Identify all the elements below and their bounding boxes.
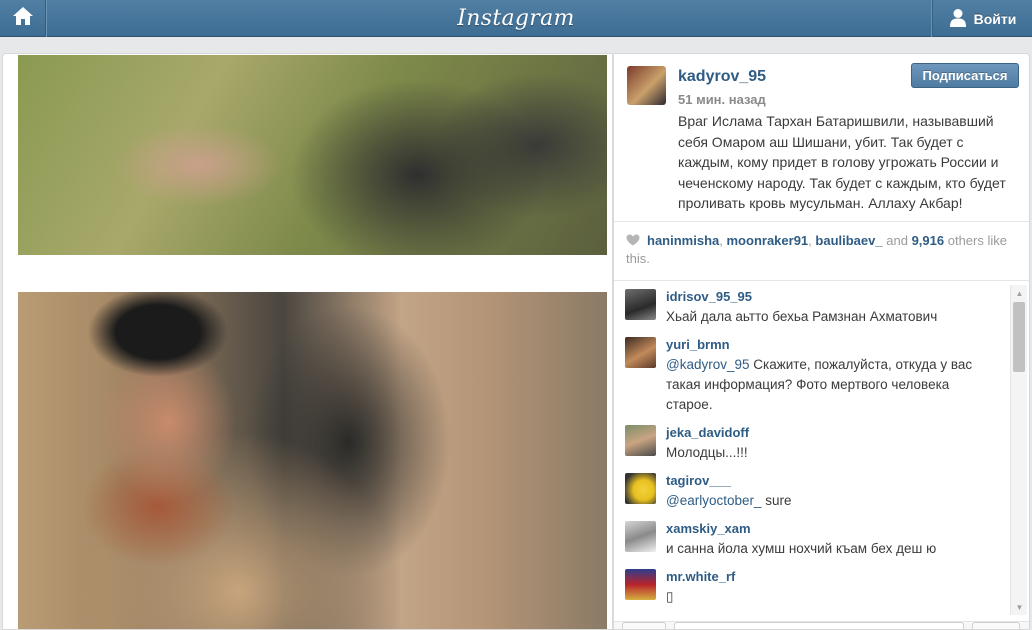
commenter-username[interactable]: yuri_brmn bbox=[666, 337, 730, 352]
commenter-avatar[interactable] bbox=[625, 473, 656, 504]
scroll-down-arrow-icon[interactable]: ▼ bbox=[1011, 599, 1028, 615]
brand-logo[interactable]: Instagram bbox=[446, 0, 586, 37]
liker-link[interactable]: baulibaev_ bbox=[815, 233, 882, 248]
top-bar: Instagram Войти bbox=[0, 0, 1032, 37]
likes-summary: haninmisha, moonraker91, baulibaev_ and … bbox=[626, 232, 1021, 267]
scroll-thumb[interactable] bbox=[1013, 302, 1025, 372]
commenter-avatar[interactable] bbox=[625, 425, 656, 456]
commenter-avatar[interactable] bbox=[625, 337, 656, 368]
owner-avatar[interactable] bbox=[627, 66, 666, 105]
comment-text: Хьай дала аьтто бехьа Рамзнан Ахматович bbox=[666, 307, 991, 327]
comment-body: и санна йола хумш нохчий къам бех деш ю bbox=[666, 541, 937, 556]
like-button[interactable] bbox=[622, 622, 666, 629]
photo-panel bbox=[2, 53, 613, 630]
commenter-username[interactable]: idrisov_95_95 bbox=[666, 289, 752, 304]
comment-input[interactable] bbox=[674, 622, 964, 629]
commenter-avatar[interactable] bbox=[625, 289, 656, 320]
post-details-panel: kadyrov_95 51 мин. назад Подписаться Вра… bbox=[613, 53, 1030, 630]
commenter-username[interactable]: tagirov___ bbox=[666, 473, 731, 488]
home-icon bbox=[12, 6, 34, 31]
comment-body: Хьай дала аьтто бехьа Рамзнан Ахматович bbox=[666, 309, 938, 324]
heart-icon[interactable] bbox=[626, 233, 640, 250]
post-timestamp: 51 мин. назад bbox=[678, 92, 766, 107]
likes-separator: , bbox=[808, 233, 812, 248]
liker-link[interactable]: moonraker91 bbox=[727, 233, 809, 248]
post-caption: Враг Ислама Тархан Батаришвили, называвш… bbox=[678, 113, 1006, 211]
commenter-username[interactable]: xamskiy_xam bbox=[666, 521, 751, 536]
likes-and: and bbox=[886, 233, 908, 248]
comment-mention[interactable]: @earlyoctober_ bbox=[666, 493, 762, 508]
liker-link[interactable]: haninmisha bbox=[647, 233, 719, 248]
owner-username[interactable]: kadyrov_95 bbox=[678, 68, 766, 86]
comment-text: и санна йола хумш нохчий къам бех деш ю bbox=[666, 539, 991, 559]
comment-text: @earlyoctober_ sure bbox=[666, 491, 991, 511]
commenter-username[interactable]: mr.white_rf bbox=[666, 569, 735, 584]
login-button[interactable]: Войти bbox=[932, 0, 1032, 37]
commenter-avatar[interactable] bbox=[625, 521, 656, 552]
comment-text: Молодцы...!!! bbox=[666, 443, 991, 463]
home-button[interactable] bbox=[0, 0, 46, 37]
comment-body: ▯ bbox=[666, 589, 674, 604]
scroll-up-arrow-icon[interactable]: ▲ bbox=[1011, 285, 1028, 301]
login-label: Войти bbox=[973, 10, 1017, 27]
likes-count[interactable]: 9,916 bbox=[912, 233, 945, 248]
follow-button[interactable]: Подписаться bbox=[911, 63, 1019, 88]
post-photo-upper[interactable] bbox=[18, 55, 607, 255]
comment-text: ▯ bbox=[666, 587, 991, 607]
commenter-username[interactable]: jeka_davidoff bbox=[666, 425, 749, 440]
comment-body: sure bbox=[765, 493, 792, 508]
more-button[interactable] bbox=[972, 622, 1020, 629]
comments-list: idrisov_95_95 Хьай дала аьтто бехьа Рамз… bbox=[614, 281, 1029, 621]
divider bbox=[614, 221, 1029, 222]
comments-scrollbar[interactable]: ▲ ▼ bbox=[1010, 285, 1027, 615]
post-photo-lower[interactable] bbox=[18, 292, 607, 629]
user-icon bbox=[949, 8, 967, 30]
comment-body: Молодцы...!!! bbox=[666, 445, 748, 460]
commenter-avatar[interactable] bbox=[625, 569, 656, 600]
comment-text: @kadyrov_95 Скажите, пожалуйста, откуда … bbox=[666, 355, 991, 415]
likes-separator: , bbox=[719, 233, 723, 248]
comment-mention[interactable]: @kadyrov_95 bbox=[666, 357, 750, 372]
photo-separator bbox=[3, 255, 612, 292]
